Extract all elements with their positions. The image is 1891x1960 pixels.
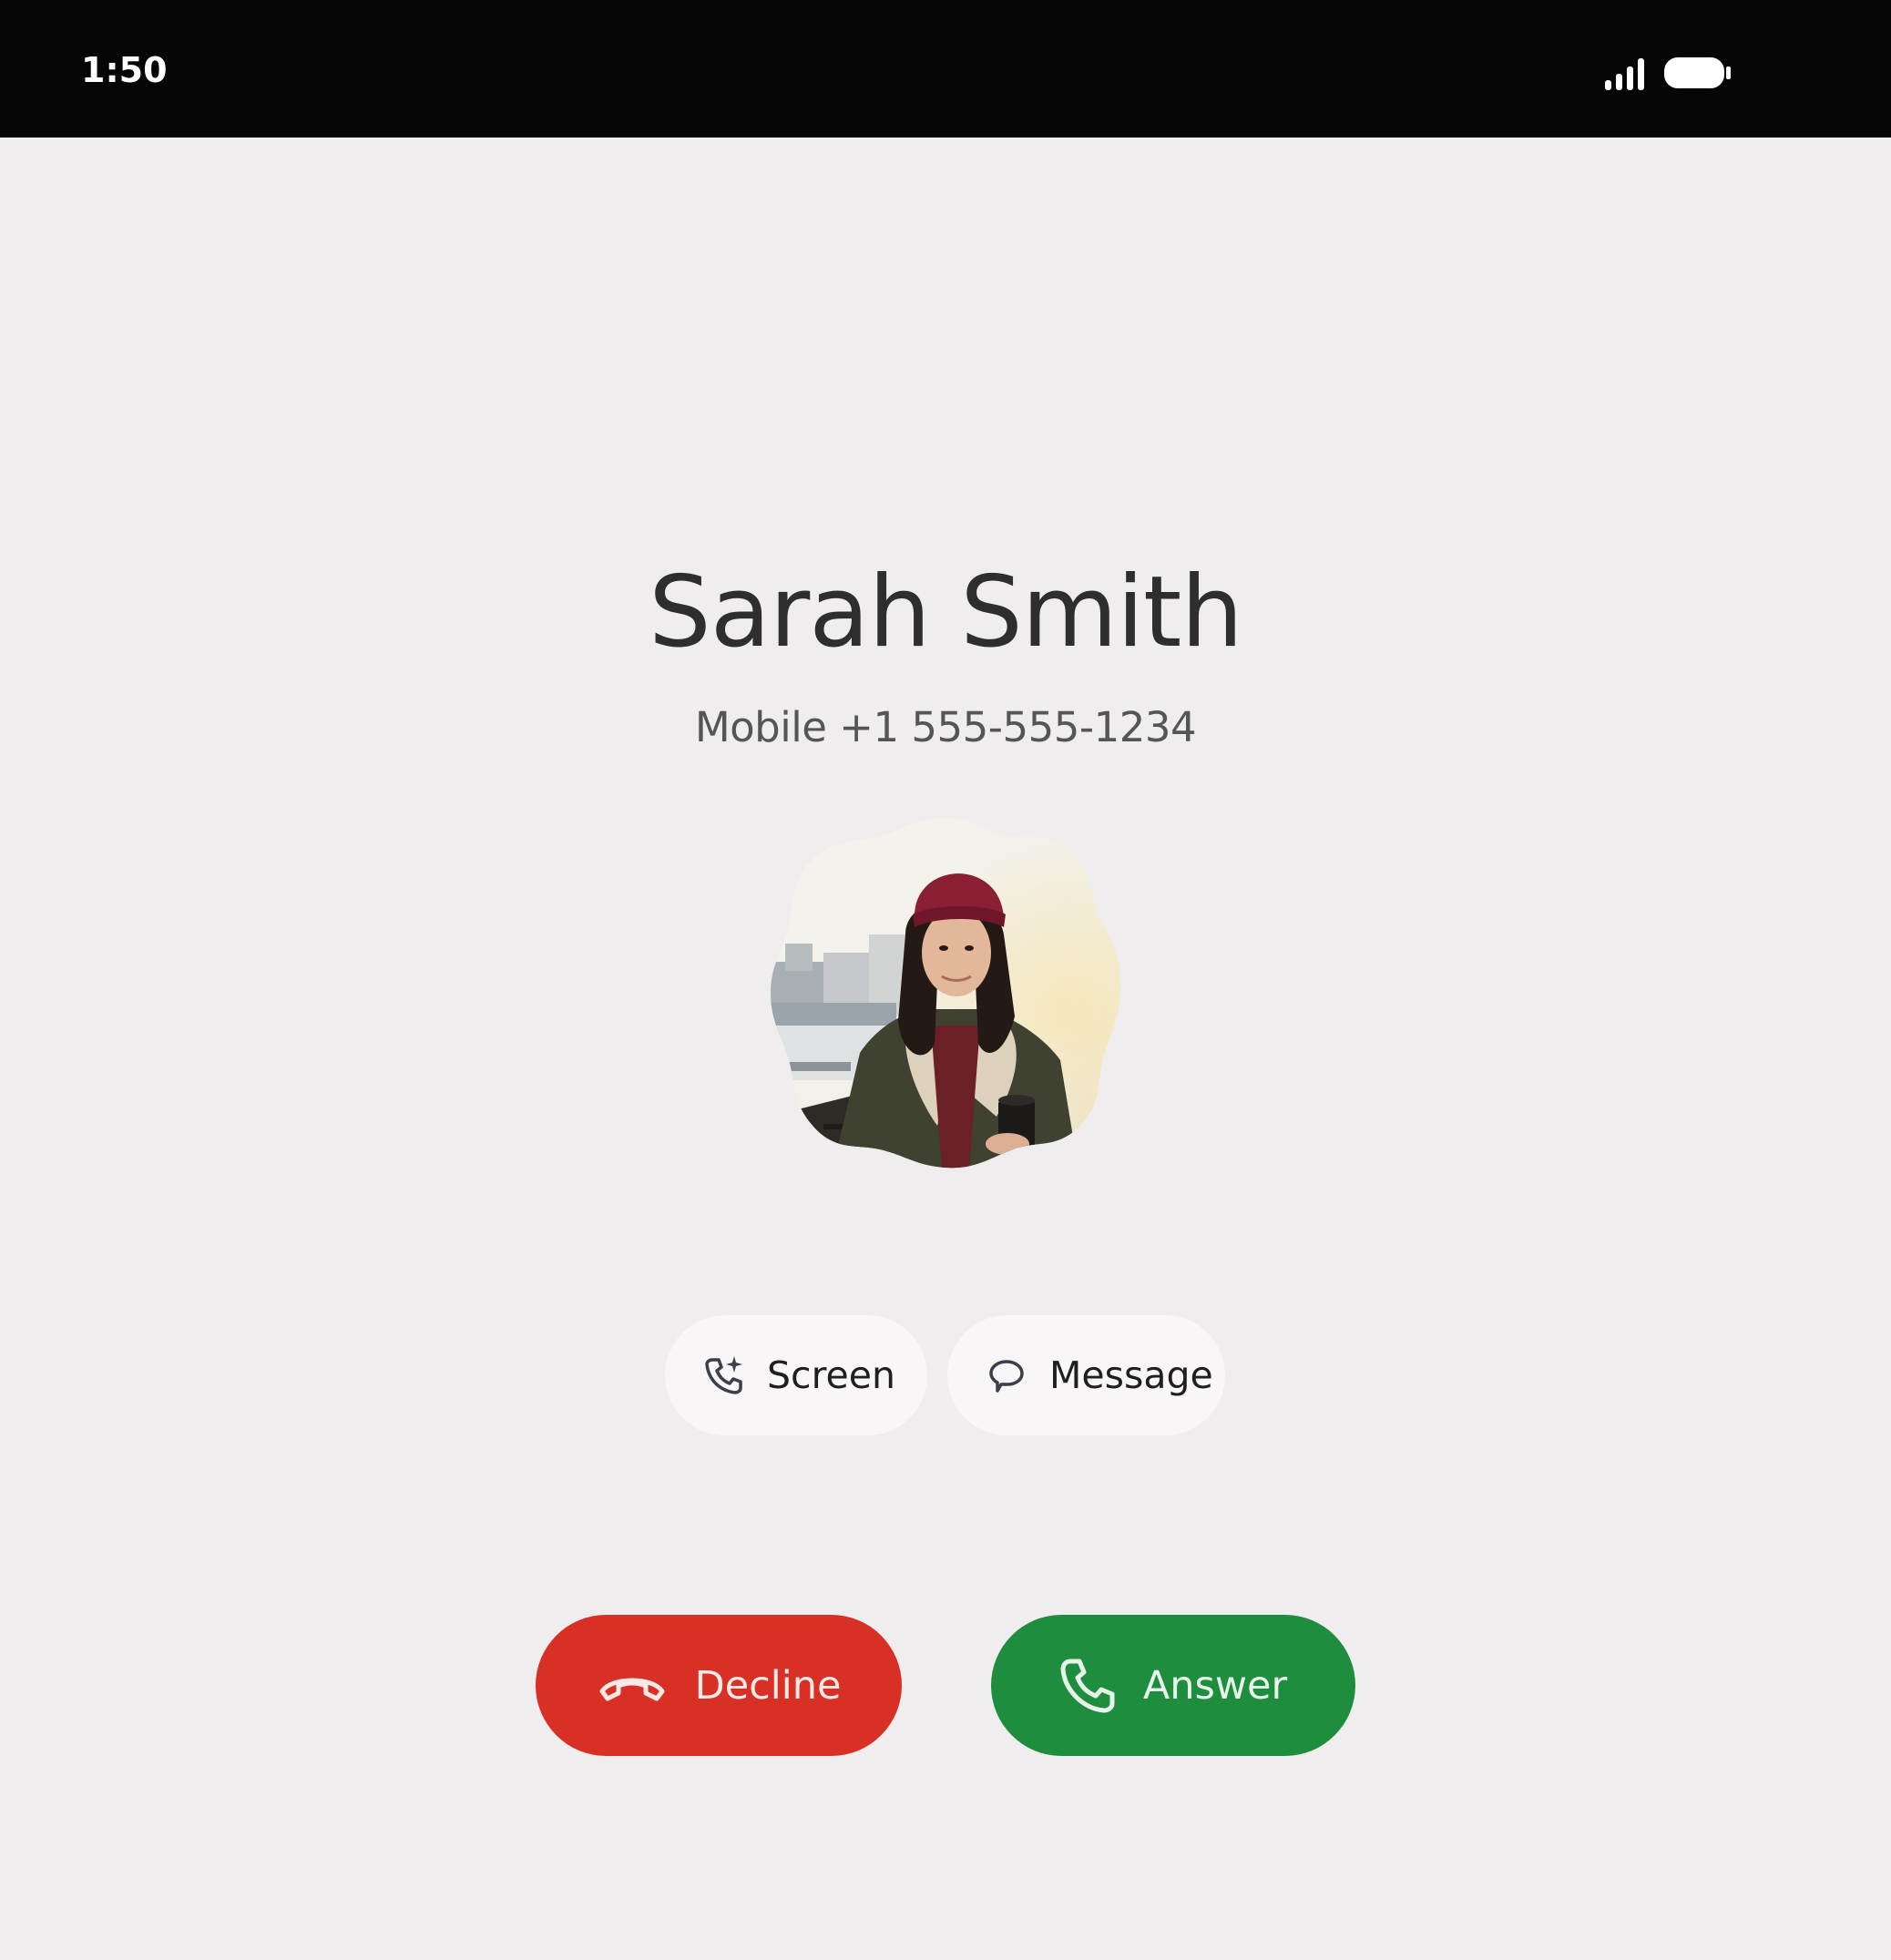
- screen-button[interactable]: Screen: [665, 1315, 927, 1435]
- decline-button[interactable]: Decline: [536, 1615, 902, 1756]
- phone-icon: [1060, 1659, 1115, 1712]
- message-button[interactable]: Message: [947, 1315, 1225, 1435]
- call-screen-sparkle-icon: [705, 1356, 742, 1394]
- caller-number: Mobile +1 555-555-1234: [694, 703, 1197, 751]
- caller-name: Sarah Smith: [649, 556, 1243, 669]
- answer-button[interactable]: Answer: [991, 1615, 1355, 1756]
- decline-button-label: Decline: [694, 1662, 842, 1709]
- answer-button-label: Answer: [1142, 1662, 1288, 1709]
- contact-photo: [771, 818, 1121, 1169]
- signal-icon: [1605, 58, 1644, 90]
- hang-up-icon: [599, 1678, 665, 1700]
- status-time: 1:50: [81, 50, 168, 90]
- speech-bubble-icon: [989, 1360, 1024, 1393]
- status-bar: 1:50: [0, 0, 1891, 138]
- battery-icon: [1664, 57, 1731, 88]
- screen-button-label: Screen: [767, 1353, 895, 1397]
- message-button-label: Message: [1049, 1353, 1213, 1397]
